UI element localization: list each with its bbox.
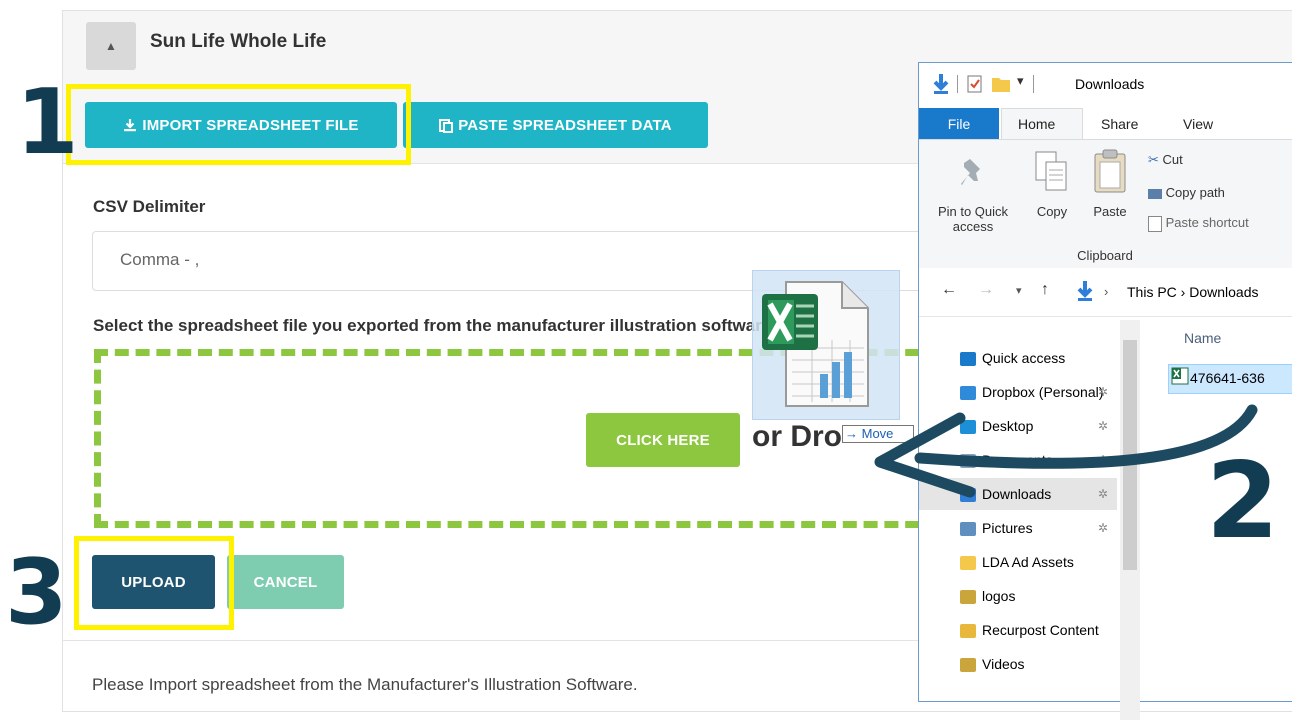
clipboard-icon: [439, 118, 454, 133]
footer-text: Please Import spreadsheet from the Manuf…: [92, 675, 638, 694]
tab-view[interactable]: View: [1183, 116, 1213, 132]
panel-title: Sun Life Whole Life: [150, 31, 327, 52]
separator: [957, 75, 958, 93]
star-icon: [960, 352, 976, 367]
clipboard-group-label: Clipboard: [1077, 248, 1133, 263]
pin-icon: [961, 159, 980, 185]
nav-item-label: Quick access: [982, 350, 1066, 366]
folder-icon: [960, 556, 976, 571]
pictures-icon: [960, 522, 976, 537]
tab-file[interactable]: File: [919, 108, 999, 139]
nav-item-lda-ad-assets[interactable]: LDA Ad Assets: [960, 554, 1118, 571]
copy-path-label: Copy path: [1165, 185, 1225, 200]
csv-delimiter-value: Comma - ,: [120, 250, 200, 269]
step-number-1: 1: [16, 70, 79, 175]
nav-item-label: LDA Ad Assets: [982, 554, 1074, 570]
nav-item-videos[interactable]: Videos: [960, 656, 1118, 673]
copy-button[interactable]: Copy: [1030, 204, 1074, 219]
up-arrow-icon[interactable]: ↑: [1041, 281, 1049, 299]
folder-users-icon: [960, 590, 976, 605]
chevron-up-icon: ▲: [105, 39, 117, 53]
step-number-2: 2: [1206, 440, 1280, 562]
cancel-button[interactable]: CANCEL: [227, 555, 344, 609]
nav-item-pictures[interactable]: Pictures: [960, 520, 1118, 537]
forward-arrow-icon[interactable]: →: [978, 281, 994, 299]
spreadsheet-file-icon: [762, 281, 869, 407]
separator: [1033, 75, 1034, 93]
click-here-button[interactable]: CLICK HERE: [586, 413, 740, 467]
select-file-label: Select the spreadsheet file you exported…: [93, 316, 772, 335]
tab-home-label: Home: [1018, 116, 1056, 132]
nav-item-label: logos: [982, 588, 1016, 604]
paste-spreadsheet-button[interactable]: PASTE SPREADSHEET DATA: [403, 102, 708, 148]
copy-path-button[interactable]: Copy path: [1148, 185, 1225, 200]
explorer-title: Downloads: [1075, 76, 1145, 92]
copy-path-icon: [1148, 188, 1162, 199]
download-arrow-icon: [1077, 281, 1093, 301]
paste-shortcut-label: Paste shortcut: [1165, 215, 1249, 230]
back-arrow-icon[interactable]: ←: [941, 281, 957, 299]
paste-icon: [1094, 149, 1126, 193]
highlight-box-step-1: [66, 84, 411, 165]
tab-share[interactable]: Share: [1101, 116, 1138, 132]
paste-shortcut-button[interactable]: Paste shortcut: [1148, 215, 1249, 232]
step-number-3: 3: [5, 540, 68, 645]
copy-icon: [1035, 151, 1067, 191]
drop-text: or Drop: [752, 420, 842, 453]
nav-item-label: Videos: [982, 656, 1025, 672]
recent-locations-icon[interactable]: ▾: [1016, 284, 1022, 297]
csv-delimiter-label: CSV Delimiter: [93, 197, 206, 216]
pin-to-quick-access-button[interactable]: Pin to Quick access: [921, 204, 1025, 234]
breadcrumb[interactable]: This PC › Downloads: [1127, 284, 1259, 300]
download-arrow-icon: [933, 74, 949, 94]
highlight-box-step-3: [74, 536, 234, 630]
nav-item-recurpost-content[interactable]: Recurpost Content: [960, 622, 1118, 639]
nav-item-label: Recurpost Content: [982, 622, 1099, 638]
name-column-header[interactable]: Name: [1184, 330, 1221, 346]
nav-item-logos[interactable]: logos: [960, 588, 1118, 605]
folder-shared-icon: [960, 624, 976, 639]
properties-icon[interactable]: [967, 75, 983, 93]
cut-label: Cut: [1162, 152, 1183, 167]
new-folder-icon[interactable]: [991, 75, 1011, 93]
chevron-down-icon[interactable]: ▾: [1017, 73, 1024, 89]
paste-button[interactable]: Paste: [1090, 204, 1130, 219]
pin-icon: ✲: [1098, 521, 1109, 535]
breadcrumb-chevron-icon: ›: [1104, 284, 1109, 299]
paste-shortcut-icon: [1148, 215, 1162, 232]
cut-button[interactable]: ✂ Cut: [1148, 152, 1183, 168]
scissors-icon: ✂: [1148, 152, 1159, 167]
folder-users-icon: [960, 658, 976, 673]
nav-item-quick-access[interactable]: Quick access: [960, 350, 1118, 367]
paste-spreadsheet-label: PASTE SPREADSHEET DATA: [458, 116, 672, 134]
collapse-button[interactable]: ▲: [86, 22, 136, 70]
nav-item-label: Pictures: [982, 520, 1033, 536]
